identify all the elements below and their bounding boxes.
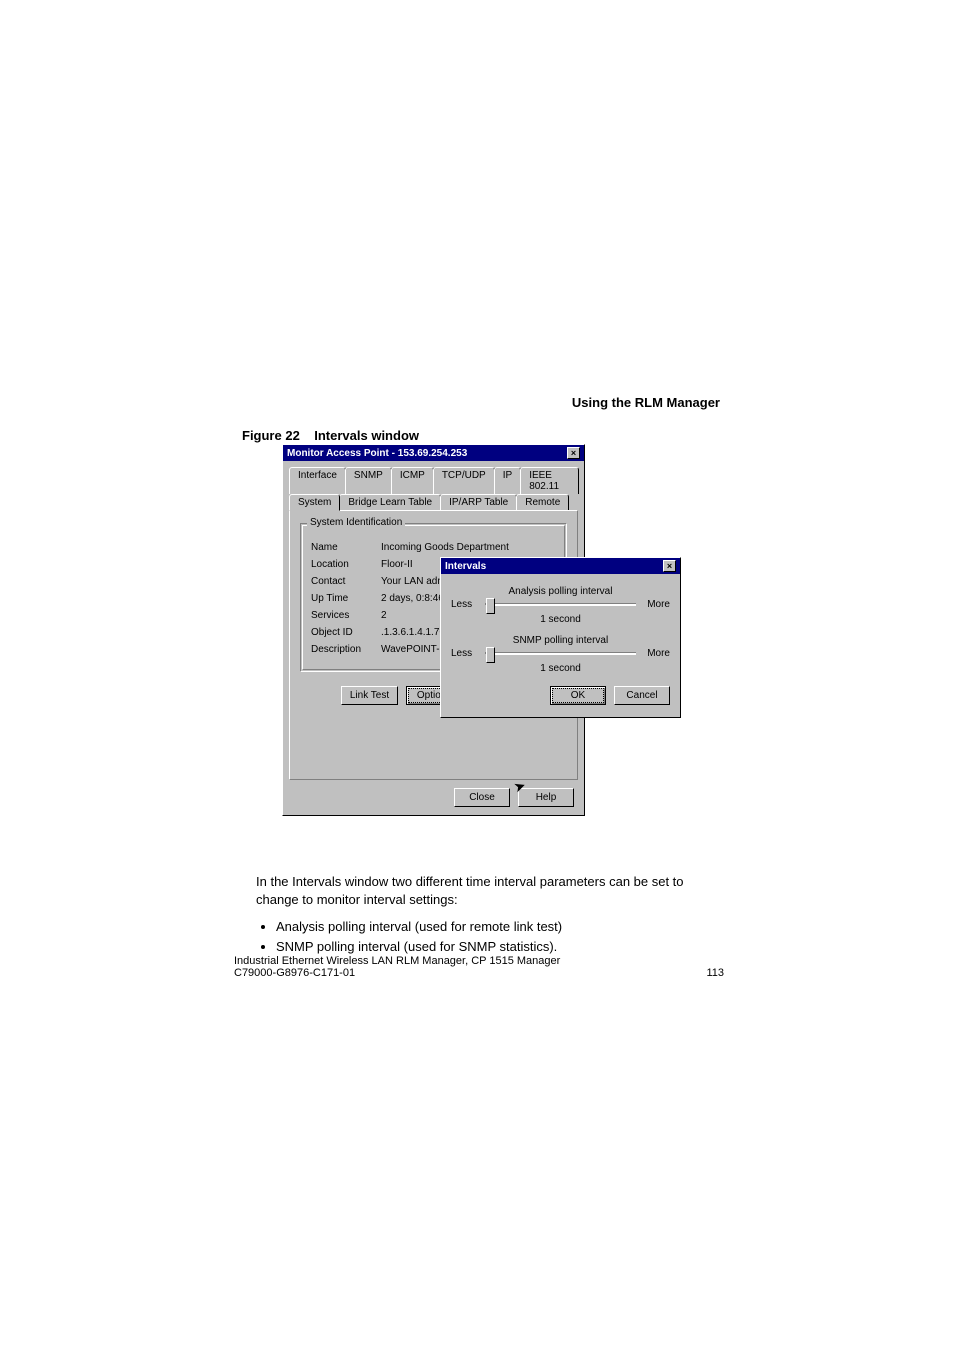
tab-system[interactable]: System (289, 494, 340, 511)
page-number: 113 (706, 967, 724, 979)
tab-iparp-table[interactable]: IP/ARP Table (440, 494, 517, 510)
close-button[interactable]: Close (454, 788, 510, 807)
intervals-title: Intervals (445, 561, 486, 572)
body-text: In the Intervals window two different ti… (256, 873, 726, 957)
figure-title: Intervals window (314, 428, 419, 443)
figure-caption: Figure 22 Intervals window (242, 428, 419, 443)
tab-remote[interactable]: Remote (516, 494, 569, 510)
section-header: Using the RLM Manager (572, 395, 720, 410)
more-label: More (642, 648, 670, 659)
tab-row-1: Interface SNMP ICMP TCP/UDP IP IEEE 802.… (289, 467, 578, 494)
snmp-slider-value: 1 second (451, 663, 670, 674)
monitor-title: Monitor Access Point - 153.69.254.253 (287, 448, 467, 459)
tab-interface[interactable]: Interface (289, 467, 346, 494)
intervals-button-row: OK Cancel (451, 684, 670, 709)
tab-ieee80211[interactable]: IEEE 802.11 (520, 467, 579, 494)
slider-thumb-icon[interactable] (486, 598, 495, 614)
ok-button[interactable]: OK (550, 686, 606, 705)
tab-row-2: System Bridge Learn Table IP/ARP Table R… (289, 494, 578, 510)
page-footer: Industrial Ethernet Wireless LAN RLM Man… (234, 955, 724, 979)
intervals-titlebar: Intervals × (441, 558, 680, 574)
intervals-window: Intervals × Analysis polling interval Le… (440, 557, 681, 718)
snmp-slider[interactable] (485, 652, 636, 655)
label-description: Description (311, 644, 381, 655)
link-test-button[interactable]: Link Test (341, 686, 398, 705)
monitor-titlebar: Monitor Access Point - 153.69.254.253 × (283, 445, 584, 461)
list-item: SNMP polling interval (used for SNMP sta… (276, 938, 726, 956)
tab-tcpudp[interactable]: TCP/UDP (433, 467, 495, 494)
footer-doc-id: C79000-G8976-C171-01 (234, 967, 355, 979)
groupbox-title: System Identification (307, 517, 405, 528)
tab-icmp[interactable]: ICMP (391, 467, 434, 494)
field-name: Name Incoming Goods Department (311, 542, 556, 553)
analysis-slider-value: 1 second (451, 614, 670, 625)
cancel-button[interactable]: Cancel (614, 686, 670, 705)
label-uptime: Up Time (311, 593, 381, 604)
figure-number: Figure 22 (242, 428, 300, 443)
slider-thumb-icon[interactable] (486, 647, 495, 663)
label-name: Name (311, 542, 381, 553)
label-contact: Contact (311, 576, 381, 587)
less-label: Less (451, 648, 479, 659)
footer-line1: Industrial Ethernet Wireless LAN RLM Man… (234, 955, 724, 967)
monitor-bottom-buttons: Close Help (283, 784, 584, 815)
analysis-slider[interactable] (485, 603, 636, 606)
close-icon[interactable]: × (567, 447, 580, 459)
analysis-slider-row: Less More (451, 599, 670, 610)
analysis-polling-label: Analysis polling interval (451, 586, 670, 597)
body-paragraph: In the Intervals window two different ti… (256, 873, 726, 908)
intervals-body: Analysis polling interval Less More 1 se… (441, 574, 680, 717)
bullet-list: Analysis polling interval (used for remo… (256, 918, 726, 955)
snmp-polling-section: SNMP polling interval Less More 1 second (451, 635, 670, 674)
less-label: Less (451, 599, 479, 610)
screenshot-container: Monitor Access Point - 153.69.254.253 × … (282, 444, 681, 816)
tab-ip[interactable]: IP (494, 467, 521, 494)
label-objectid: Object ID (311, 627, 381, 638)
analysis-polling-section: Analysis polling interval Less More 1 se… (451, 586, 670, 625)
close-icon[interactable]: × (663, 560, 676, 572)
snmp-polling-label: SNMP polling interval (451, 635, 670, 646)
more-label: More (642, 599, 670, 610)
list-item: Analysis polling interval (used for remo… (276, 918, 726, 936)
tab-snmp[interactable]: SNMP (345, 467, 392, 494)
snmp-slider-row: Less More (451, 648, 670, 659)
label-services: Services (311, 610, 381, 621)
value-name: Incoming Goods Department (381, 542, 556, 553)
label-location: Location (311, 559, 381, 570)
tab-bridge-learn-table[interactable]: Bridge Learn Table (339, 494, 441, 510)
